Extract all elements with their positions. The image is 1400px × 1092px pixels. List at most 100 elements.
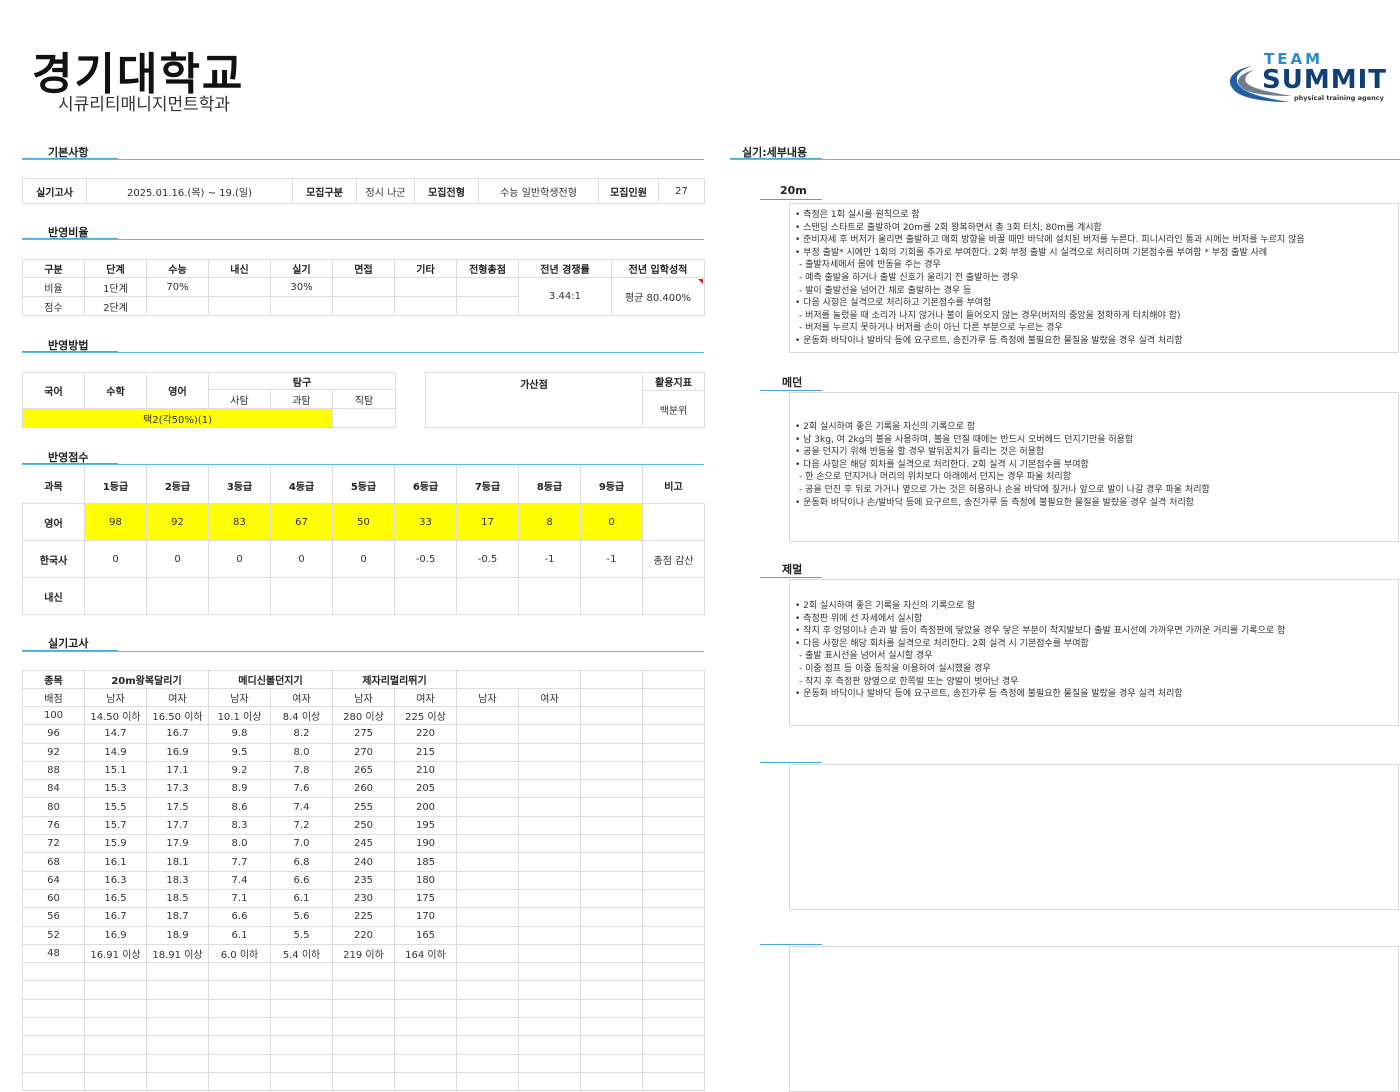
practical-cell: 14.50 이하 <box>84 705 147 726</box>
practical-cell <box>456 797 519 817</box>
practical-cell: 18.5 <box>146 888 209 909</box>
detail-run-list: • 측정은 1회 실시를 원칙으로 함 • 스탠딩 스타트로 출발하여 20m를 … <box>790 204 1398 348</box>
detail-medicine-box: • 2회 실시하여 좋은 기록을 자신의 기록으로 함 • 남 3kg, 여 2k… <box>789 392 1399 542</box>
practical-cell: 6.1 <box>208 925 271 945</box>
practical-cell <box>208 980 271 1000</box>
score-cell <box>456 577 519 615</box>
practical-cell <box>84 1017 147 1037</box>
practical-cell: 10.1 이상 <box>208 705 271 726</box>
practical-cell: 220 <box>394 724 457 744</box>
score-header: 1등급 <box>84 466 147 504</box>
practical-cell: 9.8 <box>208 724 271 744</box>
score-note <box>642 577 705 615</box>
practical-score: 88 <box>22 760 85 781</box>
detail-item: - 착지 후 측정판 양옆으로 한쪽발 또는 양발이 벗어난 경우 <box>799 676 1019 687</box>
practical-cell <box>518 888 581 909</box>
practical-cell: 240 <box>332 852 395 872</box>
score-header: 5등급 <box>332 466 395 504</box>
logo-summit-text: SUMMIT <box>1262 65 1387 95</box>
section-divider <box>22 352 704 353</box>
practical-cell <box>456 1035 519 1055</box>
section-divider <box>22 464 704 465</box>
practical-cell <box>456 870 519 890</box>
section-divider <box>22 239 704 240</box>
empty-section-underline <box>760 944 822 945</box>
practical-cell <box>580 852 643 872</box>
practical-cell <box>580 907 643 927</box>
practical-score: 80 <box>22 797 85 817</box>
ratio-cell: 2단계 <box>84 296 147 316</box>
method-selection: 택2(각50%)(1) <box>22 408 333 428</box>
practical-cell <box>456 998 519 1019</box>
practical-cell <box>642 724 705 744</box>
practical-cell: 219 이하 <box>332 943 395 964</box>
practical-cell <box>456 980 519 1000</box>
practical-cell <box>642 907 705 927</box>
basic-info-table: 실기고사 2025.01.16.(목) ~ 19.(일) 모집구분 정시 나군 … <box>22 178 705 204</box>
practical-event-label: 종목 <box>22 670 85 689</box>
practical-cell: 265 <box>332 760 395 781</box>
practical-cell: 16.7 <box>84 907 147 927</box>
practical-cell <box>580 705 643 726</box>
score-header: 3등급 <box>208 466 271 504</box>
score-header: 6등급 <box>394 466 457 504</box>
practical-cell <box>22 1017 85 1037</box>
practical-cell: 16.50 이하 <box>146 705 209 726</box>
practical-score: 92 <box>22 742 85 762</box>
practical-cell <box>456 724 519 744</box>
practical-cell <box>22 998 85 1019</box>
score-cell: -0.5 <box>456 540 519 578</box>
section-divider <box>22 159 704 160</box>
index-label: 활용지표 <box>642 372 705 391</box>
practical-cell <box>456 852 519 872</box>
logo-tagline-text: physical training agency <box>1294 94 1385 102</box>
practical-cell: 17.9 <box>146 834 209 854</box>
practical-score: 100 <box>22 705 85 726</box>
practical-cell: 6.0 이하 <box>208 943 271 964</box>
practical-score: 48 <box>22 943 85 964</box>
practical-empty-row <box>22 1035 705 1055</box>
practical-cell: 210 <box>394 760 457 781</box>
score-cell <box>332 577 395 615</box>
practical-cell <box>456 1071 519 1092</box>
practical-cell: 195 <box>394 815 457 836</box>
score-cell <box>394 577 457 615</box>
bonus-label: 가산점 <box>425 372 643 428</box>
prev-score: 평균 80.400% <box>611 277 705 316</box>
practical-cell <box>394 1017 457 1037</box>
practical-cell <box>270 980 333 1000</box>
detail-item: • 부정 출발* 시에만 1회의 기회를 추가로 부여한다. 2회 부정 출발 … <box>795 247 1268 258</box>
practical-cell <box>580 870 643 890</box>
empty-section-underline <box>760 762 822 763</box>
ratio-cell: 70% <box>146 277 209 297</box>
ratio-cell <box>208 277 271 297</box>
practical-cell <box>146 1053 209 1073</box>
score-cell: -1 <box>518 540 581 578</box>
detail-item: - 버저를 누르지 못하거나 버저를 손이 아닌 다른 부분으로 누르는 경우 <box>799 323 1063 334</box>
score-cell: -1 <box>580 540 643 578</box>
detail-run-underline <box>760 199 822 200</box>
practical-cell: 7.2 <box>270 815 333 836</box>
practical-cell <box>518 742 581 762</box>
practical-cell: 170 <box>394 907 457 927</box>
method-inquiry-sub: 직탐 <box>331 389 397 409</box>
practical-cell <box>580 834 643 854</box>
practical-event: 메디신볼던지기 <box>208 670 333 689</box>
practical-cell: 175 <box>394 888 457 909</box>
practical-cell <box>580 943 643 964</box>
practical-cell <box>518 779 581 799</box>
practical-cell <box>270 1053 333 1073</box>
detail-item: • 측정판 위에 선 자세에서 실시함 <box>795 613 923 624</box>
practical-row: 88 15.1 17.1 9.2 7.8 265 210 <box>22 760 705 781</box>
practical-cell <box>208 962 271 982</box>
practical-cell <box>332 980 395 1000</box>
practical-cell <box>518 943 581 964</box>
practical-cell: 14.7 <box>84 724 147 744</box>
detail-item: - 이중 점프 등 이중 동작을 이용하여 실시했을 경우 <box>799 663 991 674</box>
practical-cell: 230 <box>332 888 395 909</box>
detail-item: - 버저를 눌렀을 때 소리가 나지 않거나 불이 들어오지 않는 경우(버저의… <box>799 310 1181 321</box>
practical-cell <box>146 980 209 1000</box>
practical-cell <box>518 870 581 890</box>
detail-item: • 스탠딩 스타트로 출발하여 20m를 2회 왕복하면서 총 3회 터치, 8… <box>795 222 1102 233</box>
detail-item: • 2회 실시하여 좋은 기록을 자신의 기록으로 함 <box>795 422 976 432</box>
